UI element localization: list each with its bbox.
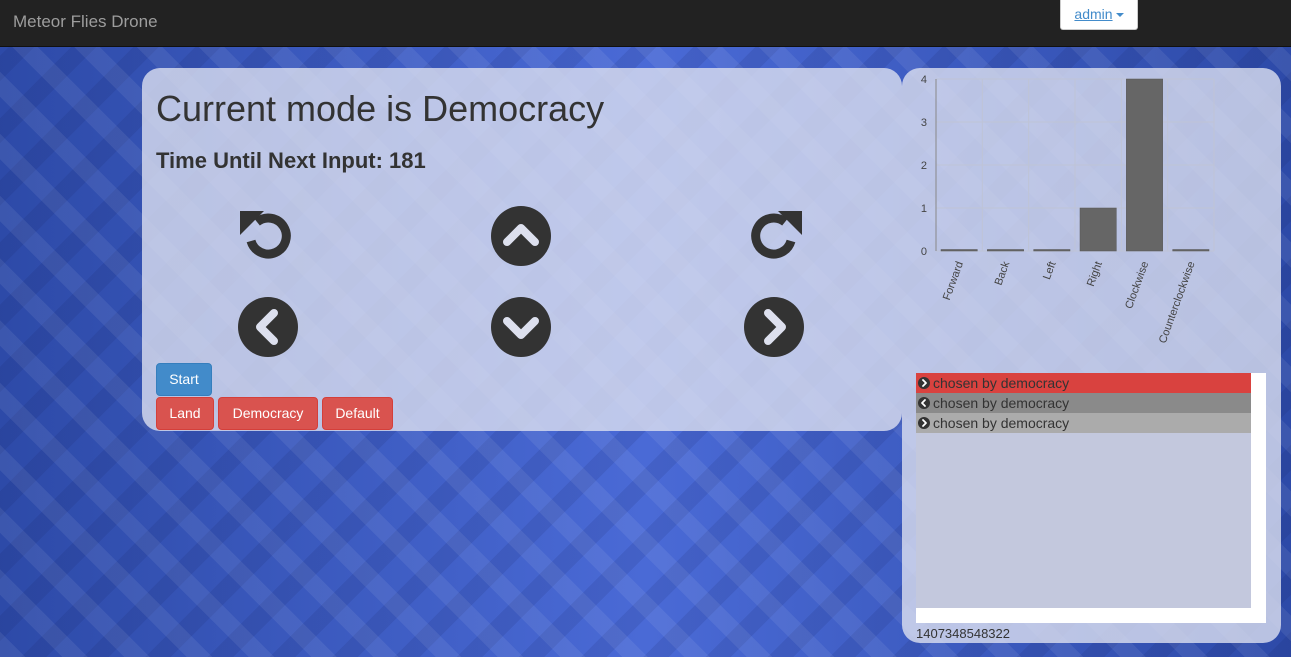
chevron-circle-left-icon bbox=[918, 397, 930, 409]
chevron-circle-up-icon bbox=[491, 206, 551, 266]
bar-clockwise bbox=[1126, 78, 1163, 252]
x-tick-label: Back bbox=[993, 259, 1013, 287]
log-entry-text: chosen by democracy bbox=[933, 375, 1070, 391]
log-entry: chosen by democracy bbox=[916, 373, 1251, 393]
default-button[interactable]: Default bbox=[322, 397, 393, 430]
x-tick-label: Forward bbox=[941, 260, 966, 302]
right-button[interactable] bbox=[743, 296, 805, 358]
y-tick-label: 1 bbox=[921, 203, 927, 215]
chevron-circle-right-icon bbox=[918, 377, 930, 389]
log-entry: chosen by democracy bbox=[916, 413, 1251, 433]
user-dropdown[interactable]: admin bbox=[1060, 0, 1138, 30]
back-button[interactable] bbox=[490, 296, 552, 358]
bar-counterclockwise bbox=[1172, 249, 1210, 252]
redo-icon bbox=[751, 211, 802, 259]
democracy-button[interactable]: Democracy bbox=[218, 397, 318, 430]
chevron-circle-left-icon bbox=[238, 297, 298, 357]
y-tick-label: 3 bbox=[921, 117, 927, 129]
vote-bar-chart: 0 1 2 3 4 Forward Back Left Right Clockwise Counte… bbox=[921, 74, 1215, 345]
navbar: Meteor Flies Drone admin bbox=[0, 0, 1291, 47]
land-button[interactable]: Land bbox=[156, 397, 214, 430]
rotate-counterclockwise-button[interactable] bbox=[237, 205, 299, 267]
bar-right bbox=[1079, 207, 1117, 252]
log-entry: chosen by democracy bbox=[916, 393, 1251, 413]
bar-left bbox=[1033, 249, 1071, 252]
x-tick-label: Left bbox=[1041, 260, 1059, 281]
caret-down-icon bbox=[1115, 12, 1124, 17]
log-entry-text: chosen by democracy bbox=[933, 395, 1070, 411]
undo-icon bbox=[240, 211, 291, 259]
chevron-circle-right-icon bbox=[744, 297, 804, 357]
brand-title[interactable]: Meteor Flies Drone bbox=[13, 12, 158, 32]
log-entry-text: chosen by democracy bbox=[933, 415, 1070, 431]
timestamp: 1407348548322 bbox=[916, 626, 1010, 641]
log-box[interactable]: chosen by democracy chosen by democracy ch… bbox=[916, 373, 1266, 623]
y-tick-label: 0 bbox=[921, 246, 927, 258]
user-dropdown-label[interactable]: admin bbox=[1074, 6, 1112, 22]
y-tick-label: 2 bbox=[921, 160, 927, 172]
start-button[interactable]: Start bbox=[156, 363, 212, 396]
rotate-clockwise-button[interactable] bbox=[743, 205, 805, 267]
bar-back bbox=[987, 249, 1024, 252]
results-panel: 0 1 2 3 4 Forward Back Left Right Clockwise Counte… bbox=[902, 68, 1281, 643]
log-list: chosen by democracy chosen by democracy ch… bbox=[916, 373, 1251, 608]
mode-title: Current mode is Democracy bbox=[156, 88, 605, 129]
forward-button[interactable] bbox=[490, 205, 552, 267]
y-tick-label: 4 bbox=[921, 74, 927, 86]
x-tick-label: Right bbox=[1085, 260, 1105, 288]
timer-text: Time Until Next Input: 181 bbox=[156, 148, 426, 173]
bar-forward bbox=[940, 249, 978, 252]
chevron-circle-down-icon bbox=[491, 297, 551, 357]
x-tick-label: Counterclockwise bbox=[1157, 260, 1198, 345]
chevron-circle-right-icon bbox=[918, 417, 930, 429]
x-tick-label: Clockwise bbox=[1123, 260, 1151, 311]
left-button[interactable] bbox=[237, 296, 299, 358]
control-panel: Current mode is Democracy Time Until Nex… bbox=[142, 68, 902, 431]
